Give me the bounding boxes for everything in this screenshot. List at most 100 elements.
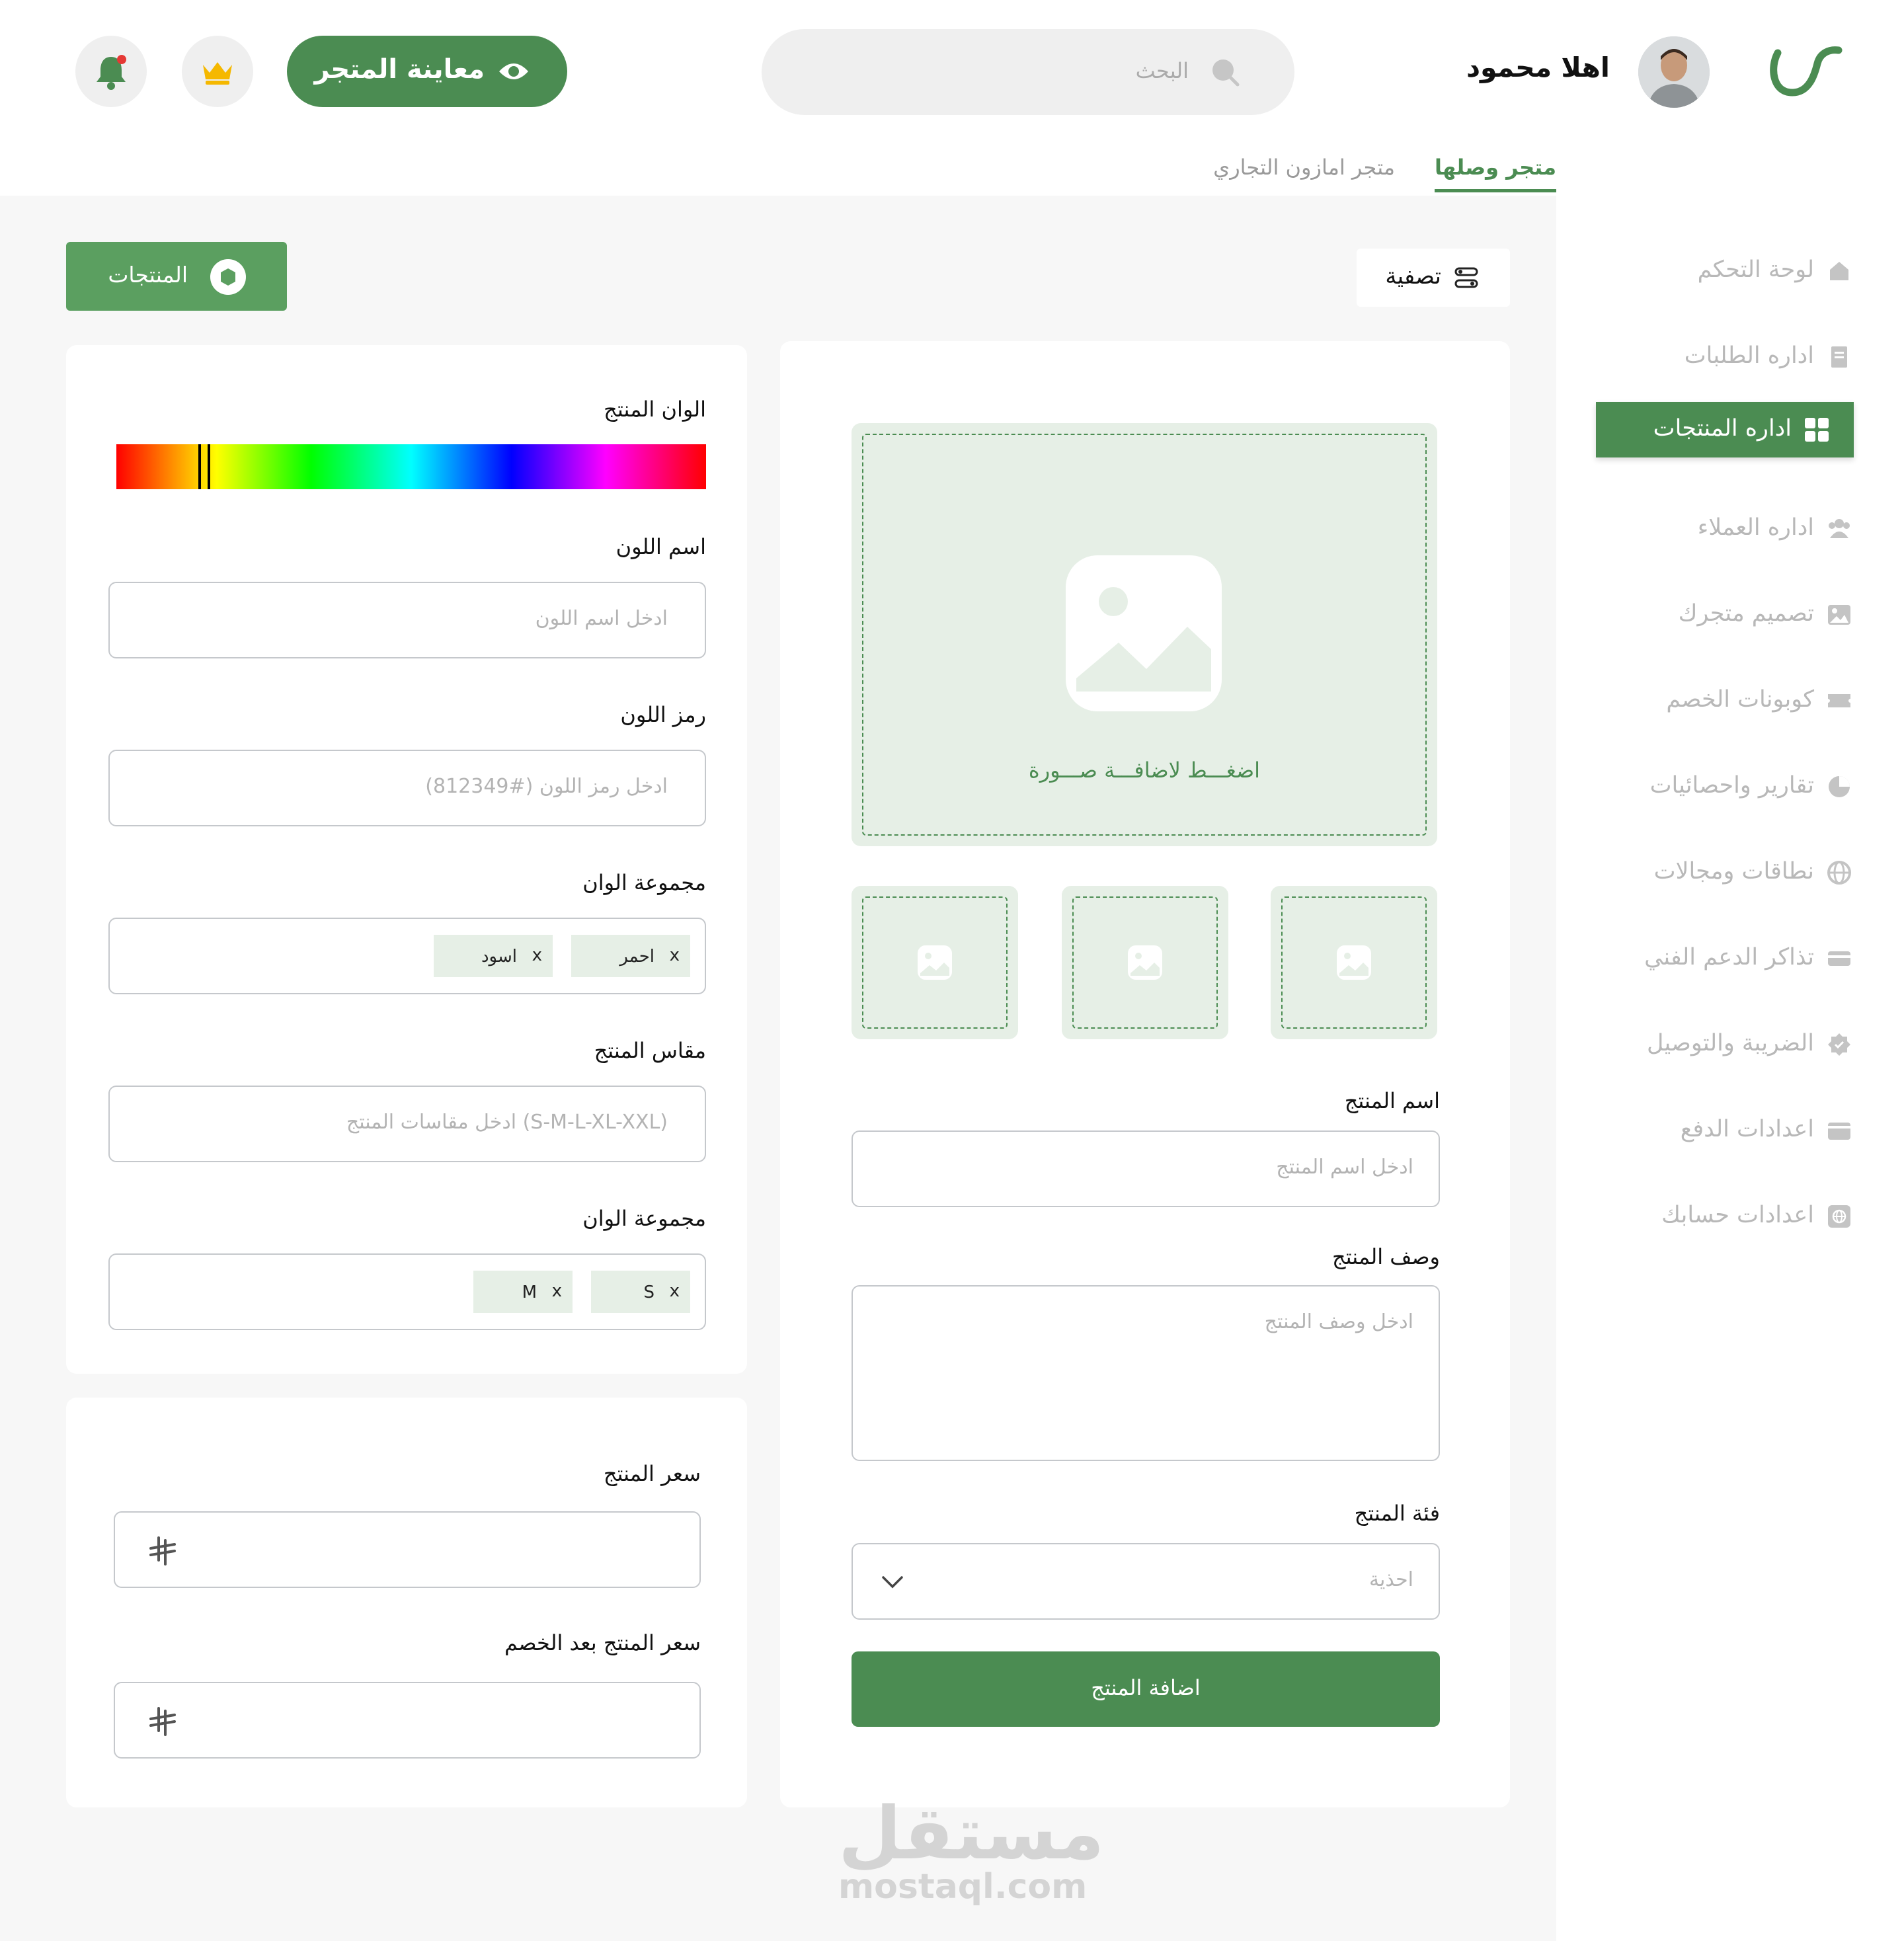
add-product-button[interactable]: اضافة المنتج — [852, 1651, 1440, 1727]
product-size-placeholder: ادخل مقاسات المنتج (S-M-L-XL-XXL) — [346, 1111, 668, 1134]
size-chip: M x — [473, 1271, 573, 1313]
filter-button-label: تصفية — [1385, 263, 1441, 290]
product-category-select[interactable]: احذية — [852, 1543, 1440, 1620]
product-size-label: مقاس المنتج — [594, 1038, 706, 1063]
thumbnail-upload-3[interactable] — [852, 886, 1018, 1039]
sidebar-item-store-design[interactable]: تصميم متجرك — [1556, 587, 1904, 643]
sidebar-item-label: لوحة التحكم — [1697, 257, 1814, 283]
sidebar-item-coupons[interactable]: كوبونات الخصم — [1556, 673, 1904, 729]
image-placeholder-icon — [1337, 945, 1371, 980]
color-code-placeholder: ادخل رمز اللون (#812349) — [425, 775, 668, 798]
notifications-button[interactable] — [75, 36, 147, 107]
chip-remove-button[interactable]: x — [670, 1281, 680, 1301]
upload-text: اضغـــط لاضافـــة صـــورة — [1028, 758, 1261, 783]
filter-button[interactable]: تصفية — [1357, 249, 1510, 307]
product-description-placeholder: ادخل وصف المنتج — [1264, 1310, 1413, 1333]
product-description-label: وصف المنتج — [1331, 1244, 1440, 1269]
image-placeholder-icon — [1066, 555, 1222, 711]
sidebar-item-label: تصميم متجرك — [1678, 600, 1814, 627]
tab-amazon-store[interactable]: متجر امازون التجاري — [1213, 155, 1395, 180]
color-code-input[interactable]: ادخل رمز اللون (#812349) — [108, 750, 706, 826]
ticket-icon — [1828, 951, 1850, 966]
sizes-group-label: مجموعة الوان — [582, 1206, 706, 1231]
thumbnail-upload-2[interactable] — [1062, 886, 1228, 1039]
filter-sliders-icon — [1454, 267, 1478, 288]
chip-label: S — [643, 1283, 654, 1302]
color-spectrum-picker[interactable] — [116, 444, 706, 489]
search-bar[interactable]: البحث — [762, 29, 1294, 115]
sidebar-item-domains[interactable]: نطاقات ومجالات — [1556, 845, 1904, 900]
sidebar-item-orders[interactable]: اداره الطلبات — [1556, 329, 1904, 385]
color-picker-handle[interactable] — [198, 444, 210, 489]
coupon-icon — [1828, 694, 1850, 707]
price-input[interactable] — [114, 1511, 701, 1588]
premium-button[interactable] — [182, 36, 253, 107]
sidebar-item-customers[interactable]: اداره العملاء — [1556, 501, 1904, 557]
size-chip: S x — [591, 1271, 690, 1313]
chip-label: احمر — [619, 947, 654, 967]
sizes-group-input[interactable]: S x M x — [108, 1253, 706, 1330]
store-preview-label: معاينة المتجر — [314, 54, 485, 85]
sidebar-item-label: نطاقات ومجالات — [1653, 858, 1814, 885]
sidebar-item-tax-shipping[interactable]: الضريبة والتوصيل — [1556, 1017, 1904, 1072]
sidebar-item-label: تذاكر الدعم الفني — [1644, 944, 1814, 970]
sidebar-item-dashboard[interactable]: لوحة التحكم — [1556, 243, 1904, 299]
box-icon — [210, 259, 246, 295]
image-upload-area[interactable]: اضغـــط لاضافـــة صـــورة — [852, 423, 1437, 846]
sidebar-item-payment-settings[interactable]: اعدادات الدفع — [1556, 1103, 1904, 1158]
user-photo-icon — [1638, 36, 1710, 108]
sidebar-item-support[interactable]: تذاكر الدعم الفني — [1556, 931, 1904, 986]
products-button[interactable]: المنتجات — [66, 242, 287, 311]
colors-group-input[interactable]: احمر x اسود x — [108, 918, 706, 994]
pie-chart-icon — [1829, 776, 1850, 797]
chip-label: M — [522, 1283, 537, 1302]
product-colors-label: الوان المنتج — [604, 397, 706, 422]
sidebar-item-products[interactable]: اداره المنتجات — [1596, 402, 1854, 457]
chip-remove-button[interactable]: x — [532, 945, 542, 965]
add-product-label: اضافة المنتج — [1091, 1675, 1201, 1700]
chip-remove-button[interactable]: x — [670, 945, 680, 965]
product-name-input[interactable]: ادخل اسم المنتج — [852, 1130, 1440, 1207]
grid-icon — [1805, 418, 1829, 442]
search-input[interactable]: البحث — [1136, 58, 1189, 83]
color-name-placeholder: ادخل اسم اللون — [535, 607, 668, 630]
settings-globe-icon — [1828, 1205, 1850, 1228]
avatar[interactable] — [1638, 36, 1710, 108]
image-placeholder-icon — [918, 945, 952, 980]
product-size-input[interactable]: ادخل مقاسات المنتج (S-M-L-XL-XXL) — [108, 1086, 706, 1162]
product-description-textarea[interactable]: ادخل وصف المنتج — [852, 1285, 1440, 1461]
color-name-input[interactable]: ادخل اسم اللون — [108, 582, 706, 658]
product-category-label: فئة المنتج — [1354, 1501, 1440, 1526]
notification-dot — [117, 55, 126, 64]
product-name-label: اسم المنتج — [1344, 1088, 1440, 1113]
wallet-icon — [1828, 1123, 1850, 1140]
tab-wasalha-store[interactable]: متجر وصلها — [1435, 155, 1556, 192]
app-logo — [1770, 46, 1843, 97]
sidebar-item-reports[interactable]: تقارير واحصائيات — [1556, 759, 1904, 814]
home-icon — [1830, 262, 1848, 280]
sidebar-item-label: كوبونات الخصم — [1666, 686, 1814, 713]
search-icon — [1212, 59, 1240, 87]
sidebar-item-account-settings[interactable]: اعدادات حسابك — [1556, 1189, 1904, 1244]
eye-icon — [499, 63, 528, 79]
riyal-icon — [149, 1707, 176, 1736]
products-button-label: المنتجات — [108, 262, 188, 288]
sidebar-item-label: اداره الطلبات — [1684, 342, 1814, 369]
discount-price-input[interactable] — [114, 1682, 701, 1759]
chip-remove-button[interactable]: x — [552, 1281, 562, 1301]
watermark-arabic: مستقل — [838, 1791, 1105, 1876]
thumbnail-upload-1[interactable] — [1271, 886, 1437, 1039]
globe-icon — [1827, 861, 1851, 885]
customers-icon — [1829, 519, 1850, 538]
store-preview-button[interactable]: معاينة المتجر — [287, 36, 567, 107]
color-chip: اسود x — [434, 935, 553, 977]
image-icon — [1828, 605, 1850, 625]
orders-icon — [1831, 346, 1847, 368]
chip-label: اسود — [481, 947, 517, 967]
sidebar-item-label: تقارير واحصائيات — [1649, 772, 1814, 799]
color-name-label: اسم اللون — [615, 534, 706, 559]
riyal-icon — [149, 1536, 176, 1565]
colors-group-label: مجموعة الوان — [582, 870, 706, 895]
watermark: مستقل mostaql.com — [838, 1791, 1105, 1904]
product-category-value: احذية — [1368, 1568, 1413, 1591]
